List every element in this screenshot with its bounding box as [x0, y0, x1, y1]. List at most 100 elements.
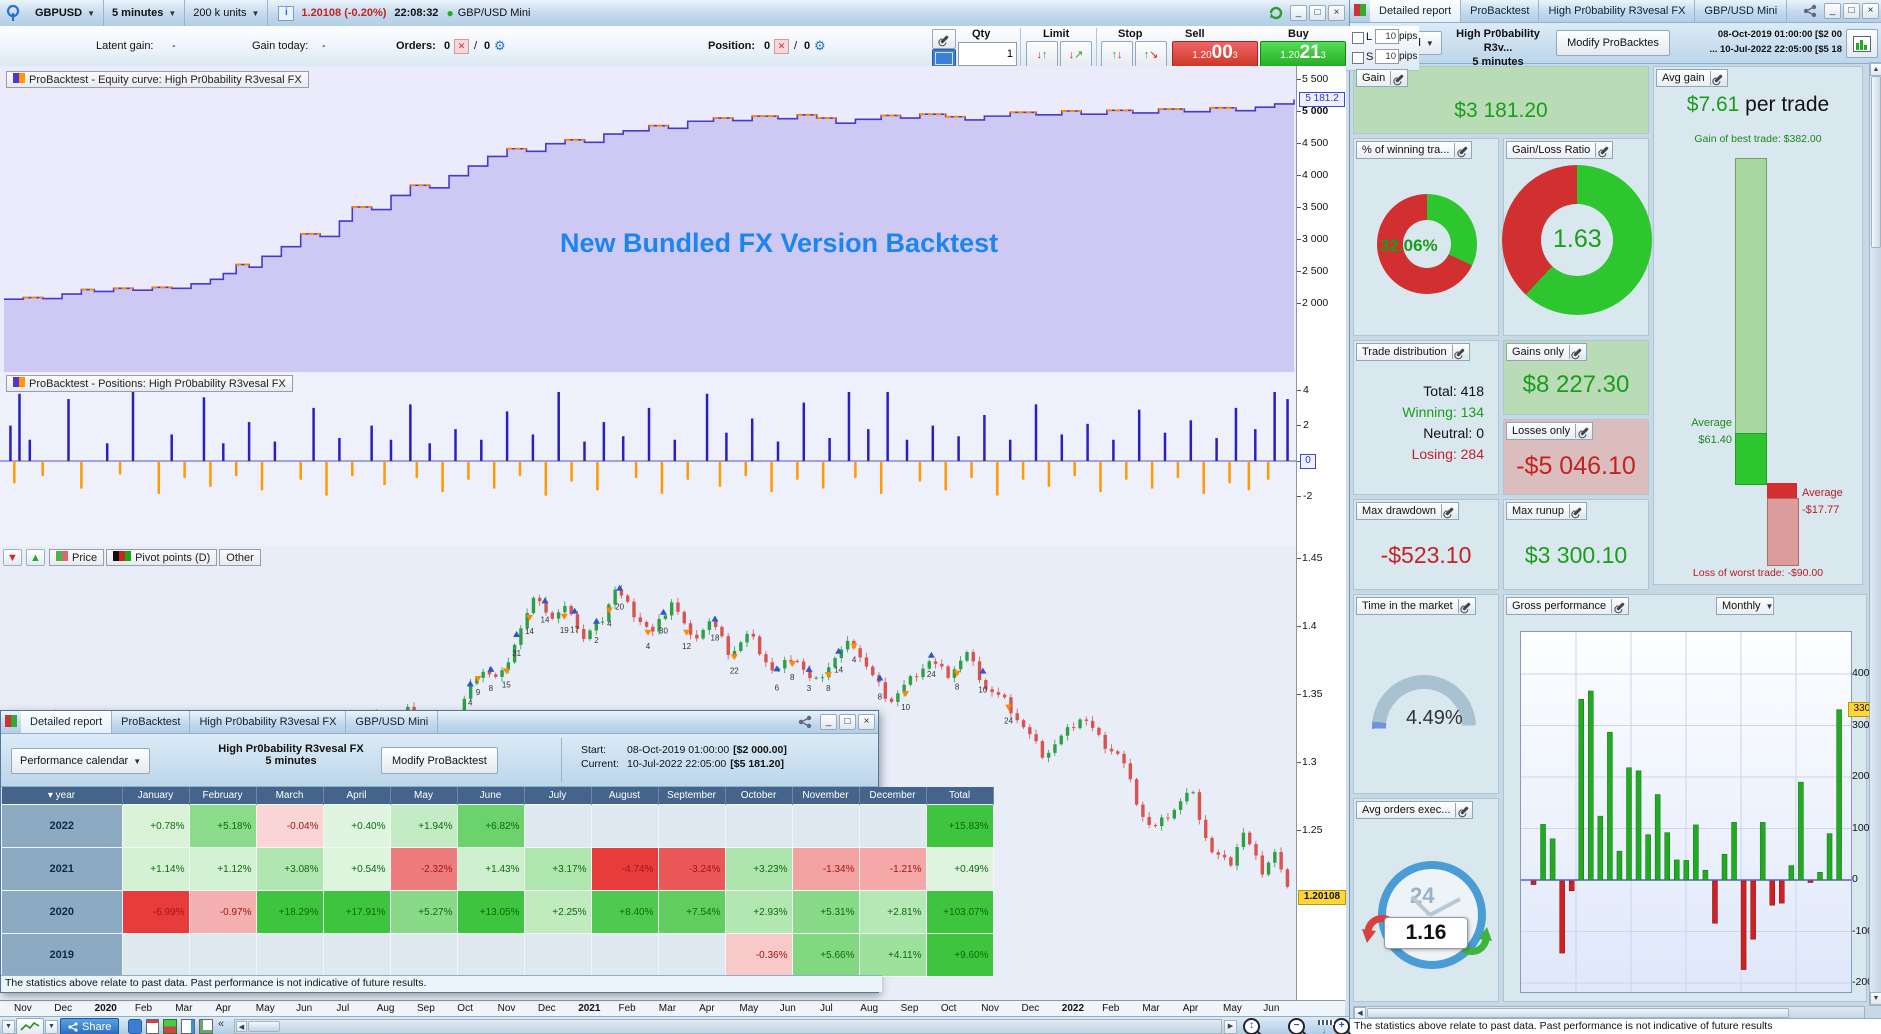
buy-button[interactable]: 1.20 21 3 — [1260, 41, 1346, 69]
equity-curve-chart[interactable] — [0, 66, 1296, 372]
qty-input[interactable] — [958, 42, 1017, 66]
max-runup-title[interactable]: Max runup — [1506, 502, 1587, 520]
modify-probacktest-button[interactable]: Modify ProBacktes — [1556, 30, 1670, 56]
limit-sell-order-button[interactable]: ↓ ↑ — [1026, 41, 1058, 68]
wrench-icon[interactable] — [1595, 143, 1613, 157]
avg-gain-title[interactable]: Avg gain — [1656, 69, 1728, 87]
buy-arrow-icon[interactable]: ▲ — [26, 549, 45, 566]
pin-icon[interactable] — [5, 4, 21, 22]
legend-pivot-points[interactable]: Pivot points (D) — [106, 549, 218, 566]
measure-icon[interactable] — [1318, 1020, 1334, 1025]
wrench-icon[interactable] — [1454, 143, 1472, 157]
close-button[interactable]: × — [1862, 3, 1879, 19]
timeframe-select[interactable]: 5 minutes ▼ — [104, 0, 186, 26]
info-icon[interactable]: i — [278, 5, 295, 21]
modify-probacktest-button[interactable]: Modify ProBacktest — [381, 747, 498, 774]
limit-pips-checkbox[interactable] — [1352, 32, 1364, 44]
sell-arrow-icon[interactable]: ▼ — [3, 549, 22, 566]
tab-high-pr0bability-r3vesal-fx[interactable]: High Pr0bability R3vesal FX — [1539, 0, 1696, 22]
cancel-orders-icon[interactable]: ✕ — [454, 39, 469, 54]
equity-panel-title-tab[interactable]: ProBacktest - Equity curve: High Pr0babi… — [6, 71, 309, 88]
legend-other[interactable]: Other — [219, 549, 261, 566]
value-axis[interactable]: 5 500 5 000 4 500 4 000 3 500 3 000 2 500 2 000… — [1296, 66, 1346, 1000]
tab-gbp-usd-mini[interactable]: GBP/USD Mini — [346, 711, 439, 733]
minimize-button[interactable]: _ — [1290, 5, 1307, 21]
sell-button[interactable]: 1.20 00 3 — [1172, 41, 1258, 69]
stop-buy-order-button[interactable]: ↑ ↘ — [1135, 41, 1167, 68]
maximize-button[interactable]: □ — [1843, 3, 1860, 19]
positions-panel-title-tab[interactable]: ProBacktest - Positions: High Pr0babilit… — [6, 375, 293, 392]
tab-probacktest[interactable]: ProBacktest — [1461, 0, 1540, 22]
minimize-button[interactable]: _ — [820, 714, 837, 730]
scroll-down-arrow[interactable]: ▼ — [1870, 992, 1881, 1005]
scroll-right-arrow[interactable]: ▶ — [1224, 1020, 1237, 1034]
tab-detailed-report[interactable]: Detailed report — [1370, 0, 1462, 22]
scroll-thumb[interactable] — [248, 1021, 280, 1032]
vertical-scrollbar[interactable]: ▲ ▼ — [1869, 62, 1881, 1006]
chart-style-button[interactable] — [16, 1018, 44, 1034]
scroll-up-arrow[interactable]: ▲ — [1870, 63, 1881, 76]
scroll-left-arrow[interactable]: ◀ — [236, 1021, 247, 1032]
time-axis[interactable]: Nov Dec 2020 Feb Mar Apr May Jun Jul Aug Sep Oct Nov… — [0, 1000, 1345, 1017]
column-header-year[interactable]: ▾ year — [1, 787, 123, 805]
chart-style-dropdown-arrow[interactable]: ▼ — [45, 1020, 58, 1034]
tab-probacktest[interactable]: ProBacktest — [112, 711, 191, 733]
orders-settings-gear-icon[interactable]: ⚙ — [494, 38, 506, 54]
gross-performance-period-dropdown[interactable]: Monthly ▼ — [1716, 597, 1775, 615]
wrench-icon[interactable] — [1568, 345, 1586, 359]
close-button[interactable]: × — [858, 714, 875, 730]
maximize-button[interactable]: □ — [839, 714, 856, 730]
zoom-out-icon[interactable]: − — [1288, 1018, 1306, 1034]
symbol-select[interactable]: GBPUSD ▼ — [27, 0, 104, 26]
wrench-icon[interactable] — [1390, 71, 1408, 85]
time-in-market-title[interactable]: Time in the market — [1356, 597, 1476, 615]
position-settings-gear-icon[interactable]: ⚙ — [814, 38, 826, 54]
stop-pips-value[interactable]: 10 — [1375, 49, 1399, 64]
stop-sell-order-button[interactable]: ↑ ↓ — [1101, 41, 1133, 68]
gain-loss-ratio-title[interactable]: Gain/Loss Ratio — [1506, 141, 1614, 159]
avg-orders-title[interactable]: Avg orders exec... — [1356, 801, 1474, 819]
refresh-icon[interactable] — [1268, 5, 1284, 21]
tab-high-pr0bability-r3vesal-fx[interactable]: High Pr0bability R3vesal FX — [190, 711, 347, 733]
minimize-button[interactable]: _ — [1824, 3, 1841, 19]
wrench-icon[interactable] — [1440, 504, 1458, 518]
view-selector-dropdown[interactable]: Performance calendar ▼ — [11, 748, 151, 774]
order-settings-wrench-button[interactable] — [932, 29, 956, 49]
tab-detailed-report[interactable]: Detailed report — [21, 711, 113, 733]
close-position-icon[interactable]: ✕ — [774, 39, 789, 54]
close-button[interactable]: × — [1328, 5, 1345, 21]
trade-distribution-title[interactable]: Trade distribution — [1356, 343, 1470, 361]
zoom-vertical-icon[interactable]: ↕ — [1243, 1018, 1260, 1034]
quantity-select[interactable]: 200 k units ▼ — [185, 0, 269, 26]
max-drawdown-title[interactable]: Max drawdown — [1356, 502, 1459, 520]
gross-performance-title[interactable]: Gross performance — [1506, 597, 1630, 615]
legend-price[interactable]: Price — [49, 549, 105, 566]
orderbook-icon[interactable] — [163, 1019, 177, 1034]
wrench-icon[interactable] — [1575, 424, 1593, 438]
limit-buy-order-button[interactable]: ↓ ↗ — [1060, 41, 1092, 68]
report-settings-icon[interactable] — [1846, 29, 1878, 58]
wrench-icon[interactable] — [1455, 803, 1473, 817]
positions-chart[interactable] — [0, 372, 1296, 546]
losses-only-title[interactable]: Losses only — [1506, 422, 1594, 440]
wrench-icon[interactable] — [1568, 504, 1586, 518]
gain-widget-title[interactable]: Gain — [1356, 69, 1409, 87]
share-button[interactable]: Share — [60, 1018, 120, 1034]
tools-icon[interactable] — [199, 1019, 213, 1034]
wrench-icon[interactable] — [1451, 345, 1469, 359]
limit-pips-value[interactable]: 10 — [1375, 29, 1399, 44]
list-dropdown-arrow[interactable]: ▼ — [2, 1020, 15, 1034]
tab-gbp-usd-mini[interactable]: GBP/USD Mini — [1695, 0, 1788, 22]
wrench-icon[interactable] — [1709, 71, 1727, 85]
gains-only-title[interactable]: Gains only — [1506, 343, 1587, 361]
wrench-icon[interactable] — [1457, 599, 1475, 613]
chart-report-icon[interactable] — [181, 1019, 195, 1034]
scroll-thumb[interactable] — [1871, 76, 1881, 248]
maximize-button[interactable]: □ — [1309, 5, 1326, 21]
phone-icon[interactable] — [128, 1019, 142, 1034]
share-icon[interactable] — [797, 715, 813, 729]
winning-trades-title[interactable]: % of winning tra... — [1356, 141, 1473, 159]
zoom-in-icon[interactable]: + — [1333, 1018, 1351, 1034]
collapse-arrows[interactable]: « — [218, 1018, 224, 1030]
news-icon[interactable] — [146, 1019, 159, 1034]
